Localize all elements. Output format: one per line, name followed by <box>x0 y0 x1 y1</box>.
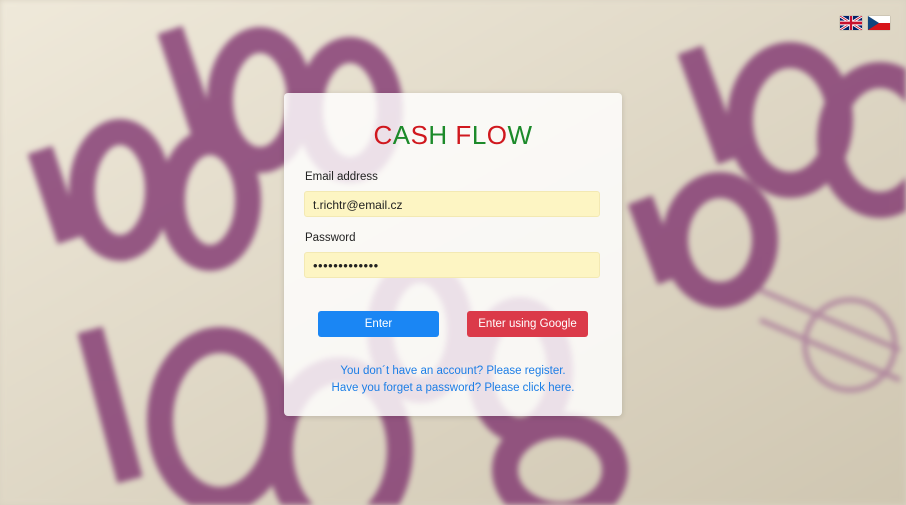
brand-letter: H <box>428 120 448 150</box>
forgot-password-link[interactable]: Have you forget a password? Please click… <box>284 382 622 394</box>
brand-letter: W <box>507 120 533 150</box>
enter-button[interactable]: Enter <box>318 311 439 337</box>
brand-letter: O <box>486 120 508 150</box>
brand-letter: S <box>410 120 429 150</box>
email-field[interactable]: t.richtr@email.cz <box>304 191 600 217</box>
password-label: Password <box>305 232 356 244</box>
brand-title: CASH FLOW <box>284 120 622 150</box>
brand-letter: C <box>373 120 393 150</box>
password-field[interactable]: ••••••••••••• <box>304 252 600 278</box>
register-link[interactable]: You don´t have an account? Please regist… <box>284 365 622 377</box>
english-flag-icon[interactable] <box>840 16 862 30</box>
email-label: Email address <box>305 171 378 183</box>
google-login-button[interactable]: Enter using Google <box>467 311 588 337</box>
login-card: CASH FLOW Email address t.richtr@email.c… <box>284 93 622 416</box>
brand-letter: L <box>471 120 487 150</box>
language-switcher <box>840 16 890 30</box>
czech-flag-icon[interactable] <box>868 16 890 30</box>
brand-letter: F <box>455 120 472 150</box>
brand-letter: A <box>392 120 411 150</box>
